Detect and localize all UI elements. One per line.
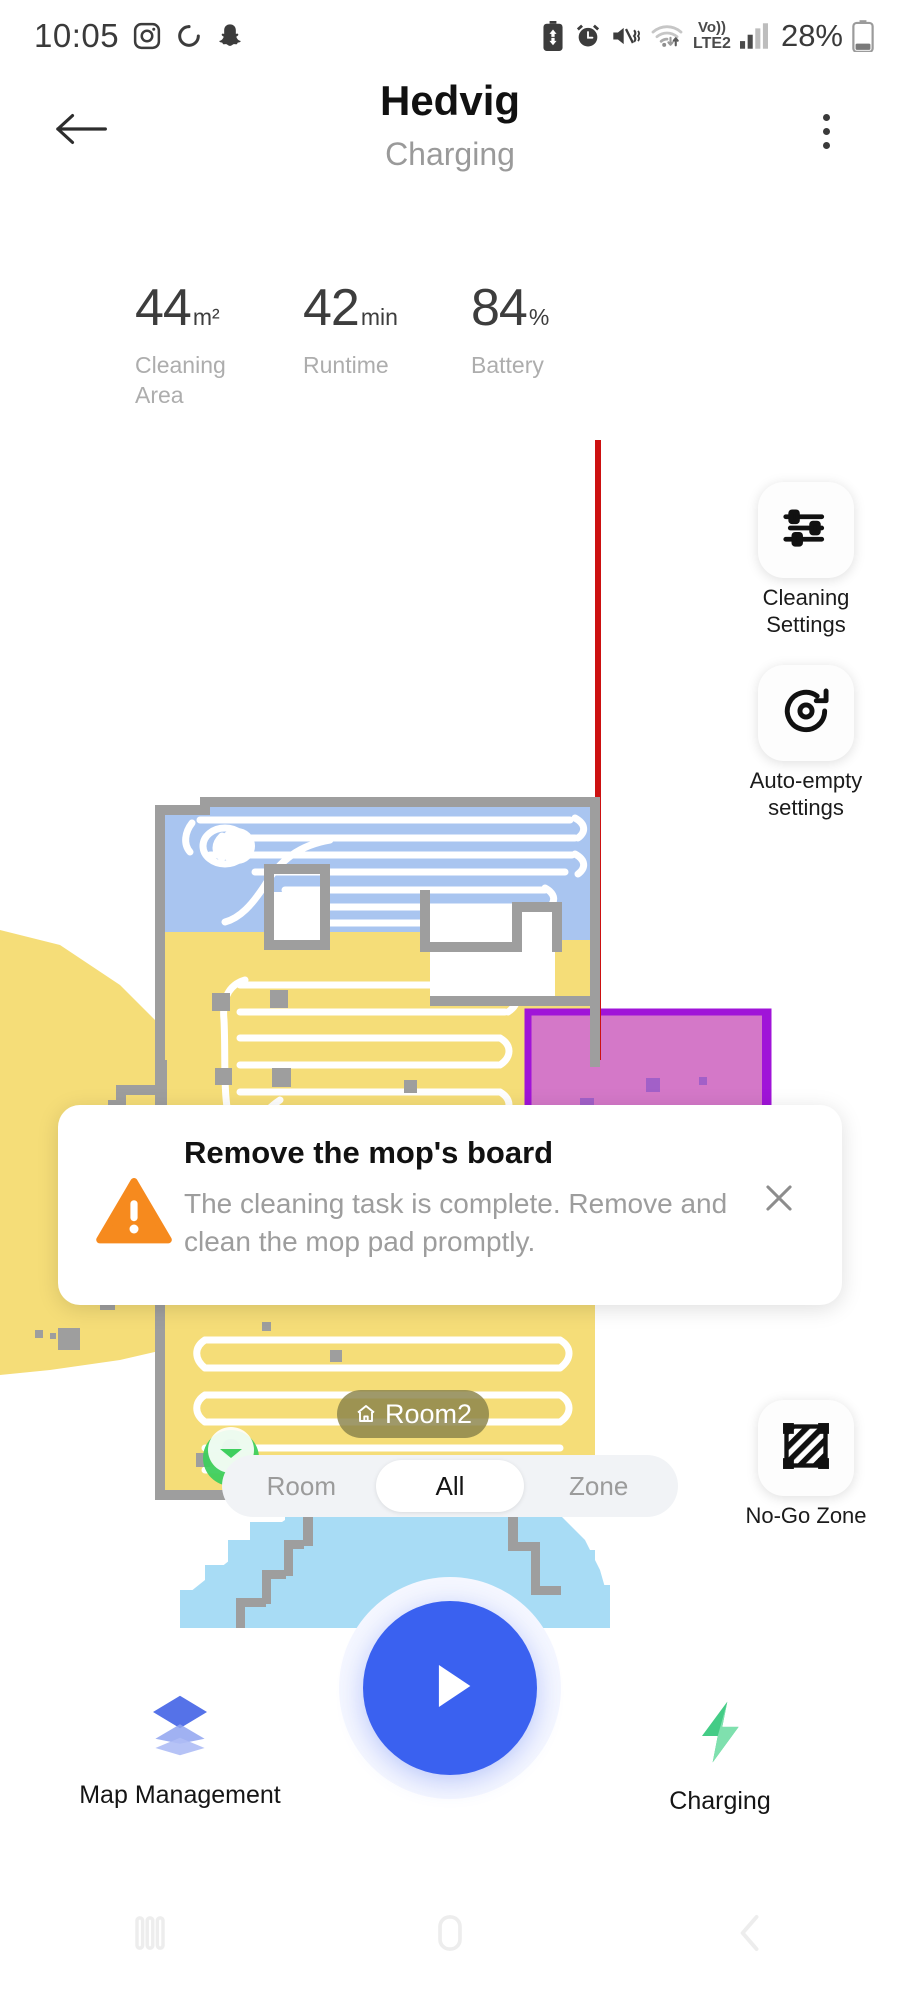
charging-label: Charging [669,1787,771,1815]
segment-all[interactable]: All [375,1460,525,1512]
nav-back-button[interactable] [690,1885,810,1985]
auto-empty-settings-label: Auto-empty settings [749,768,863,820]
play-icon [413,1649,487,1728]
no-go-zone-label: No-Go Zone [745,1503,867,1528]
stat-value: 42 [303,279,360,337]
snapchat-icon [216,22,244,50]
page-subtitle: Charging [385,136,515,172]
home-icon [354,1402,378,1426]
battery-percent-label: 28% [780,18,843,53]
map-management-label: Map Management [79,1781,281,1809]
auto-empty-settings-button[interactable]: Auto-empty settings [750,665,862,821]
wifi-icon [650,22,684,50]
notification-close-button[interactable] [746,1131,812,1222]
mode-segmented-control[interactable]: Room All Zone [222,1455,678,1517]
cleaning-settings-button[interactable]: Cleaning Settings [756,482,856,638]
auto-empty-icon [778,683,834,744]
mute-vibrate-icon [611,22,641,50]
bolt-icon [689,1698,751,1771]
status-bar: 10:05 Vo)) LTE2 28% [0,0,900,72]
cleaning-settings-label: Cleaning Settings [762,585,850,637]
stat-value: 84 [471,279,528,337]
page-header: Hedvig Charging [0,72,900,197]
room-label-chip[interactable]: Room2 [337,1390,489,1438]
charging-button[interactable]: Charging [590,1698,850,1816]
stat-label: Cleaning Area [135,352,226,408]
map-charger-marker [219,828,255,864]
home-button[interactable] [390,1885,510,1985]
warning-triangle-icon [88,1131,180,1247]
app-root: 10:05 Vo)) LTE2 28% Hedvig Charging 44 m… [0,0,900,2000]
volte-label-bottom: LTE2 [693,34,731,52]
alarm-icon [574,22,602,50]
battery-saver-icon [541,21,565,51]
android-nav-bar [0,1870,900,2000]
overflow-menu-button[interactable] [796,98,856,164]
stat-unit: m² [192,304,220,330]
notification-message: The cleaning task is complete. Remove an… [184,1188,728,1257]
close-icon [760,1179,798,1222]
volte-icon: Vo)) LTE2 [693,19,731,52]
header-titles: Hedvig Charging [0,72,900,178]
no-go-zone-button[interactable]: No-Go Zone [745,1400,867,1529]
status-bar-right: Vo)) LTE2 28% [541,18,874,54]
no-go-zone-icon [780,1420,832,1477]
stat-unit: min [360,304,398,330]
home-square-icon [424,1907,476,1964]
chevron-left-icon [724,1907,776,1964]
stats-row: 44 m² Cleaning Area 42 min Runtime 84 % … [135,278,695,408]
play-button[interactable] [363,1601,537,1775]
recents-button[interactable] [90,1885,210,1985]
stat-battery: 84 % Battery [471,278,639,408]
layers-icon [144,1688,216,1765]
stat-unit: % [528,304,550,330]
sliders-icon [779,501,833,560]
status-bar-left: 10:05 [34,17,244,55]
room-label-text: Room2 [384,1398,473,1429]
more-vertical-icon [822,113,830,121]
instagram-icon [132,21,162,51]
map-management-button[interactable]: Map Management [50,1688,310,1810]
stat-label: Runtime [303,352,389,378]
status-bar-clock: 10:05 [34,17,120,54]
page-title: Hedvig [379,77,521,124]
notification-card: Remove the mop's board The cleaning task… [58,1105,842,1305]
stat-runtime: 42 min Runtime [303,278,471,408]
battery-icon [852,20,874,52]
recents-icon [124,1907,176,1964]
sync-icon [175,22,203,50]
segment-room[interactable]: Room [227,1460,376,1512]
signal-icon [739,23,768,49]
notification-title: Remove the mop's board [184,1135,554,1170]
segment-zone[interactable]: Zone [524,1460,673,1512]
volte-label-top: Vo)) [697,19,726,37]
stat-label: Battery [471,352,544,378]
stat-value: 44 [135,279,192,337]
stat-cleaning-area: 44 m² Cleaning Area [135,278,303,408]
